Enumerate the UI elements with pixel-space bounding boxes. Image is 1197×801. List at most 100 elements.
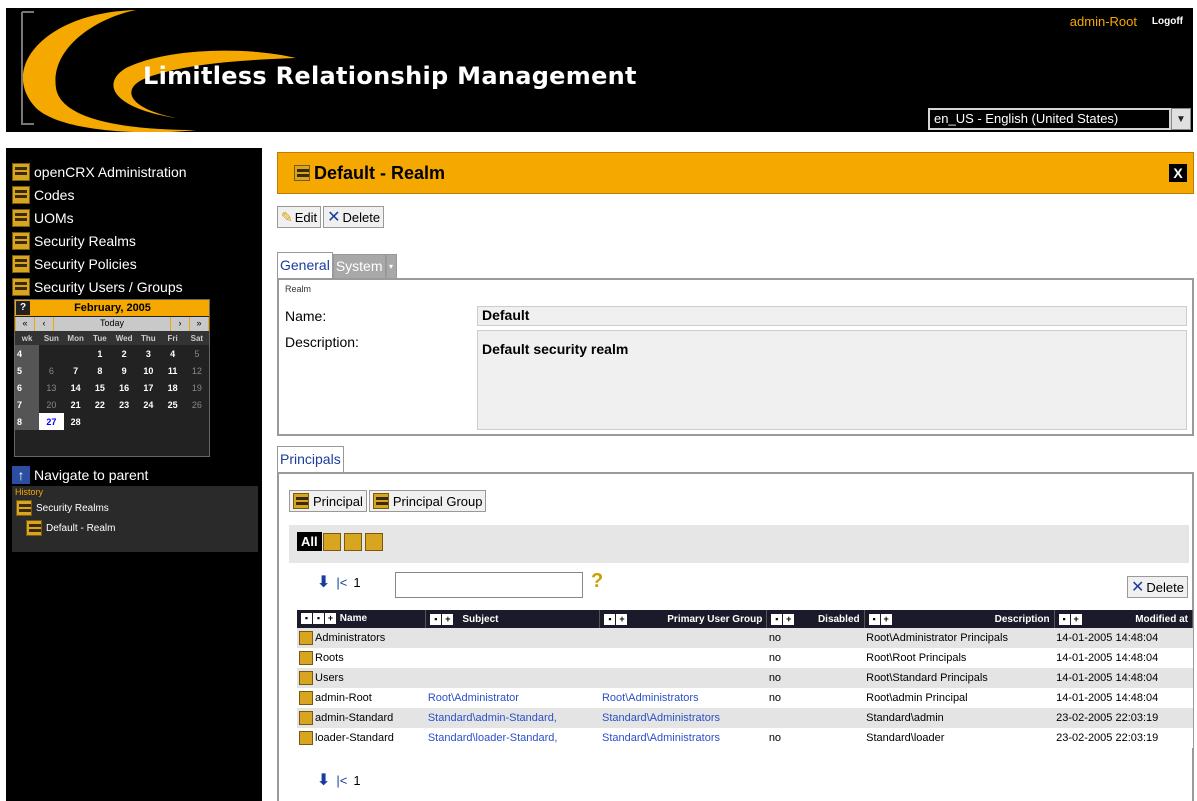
sidebar-item-uoms[interactable]: UOMs (6, 206, 262, 229)
calendar-day-today[interactable]: 27 (39, 413, 64, 430)
arrow-down-icon[interactable]: ⬇ (317, 770, 330, 790)
calendar-day[interactable]: 7 (64, 362, 88, 379)
filter-icon[interactable]: + (442, 613, 454, 625)
calendar-day[interactable] (39, 345, 63, 362)
tab-system[interactable]: System (332, 254, 386, 278)
column-header-modified-at[interactable]: ▪ + Modified at (1054, 610, 1194, 628)
cell-subject[interactable]: Root\Administrator (425, 688, 600, 708)
history-item-default-realm[interactable]: Default - Realm (12, 518, 258, 538)
cell-primary-user-group[interactable] (599, 668, 767, 688)
current-user-link[interactable]: admin-Root (1070, 14, 1137, 29)
filter-group-icon[interactable] (344, 533, 362, 551)
cell-subject[interactable]: Standard\admin-Standard, (425, 708, 600, 728)
calendar-day[interactable]: 14 (64, 379, 88, 396)
sort-icon[interactable]: ▪ (313, 613, 324, 625)
calendar-next-month[interactable]: › (171, 317, 189, 331)
calendar-day[interactable]: 26 (185, 396, 209, 413)
calendar-day[interactable]: 20 (39, 396, 63, 413)
cell-subject[interactable] (425, 628, 600, 648)
cell-name[interactable]: Users (297, 668, 426, 688)
cell-name[interactable]: admin-Root (297, 688, 426, 708)
column-header-subject[interactable]: ▪ + Subject (425, 610, 601, 628)
filter-all-button[interactable]: All (297, 532, 322, 551)
cell-name[interactable]: Administrators (297, 628, 426, 648)
cell-subject[interactable] (425, 648, 600, 668)
history-item-security-realms[interactable]: Security Realms (12, 498, 258, 518)
cell-subject[interactable]: Standard\loader-Standard, (425, 728, 600, 748)
calendar-day[interactable]: 16 (112, 379, 136, 396)
edit-button[interactable]: ✎ Edit (277, 206, 322, 228)
cell-subject[interactable] (425, 668, 600, 688)
calendar-day[interactable]: 8 (88, 362, 112, 379)
calendar-day[interactable]: 28 (64, 413, 88, 430)
calendar-day[interactable]: 18 (161, 379, 185, 396)
sort-icon[interactable]: ▪ (1058, 613, 1070, 625)
cell-primary-user-group[interactable]: Standard\Administrators (599, 728, 767, 748)
sort-icon[interactable]: ▪ (430, 613, 442, 625)
new-principal-button[interactable]: Principal (289, 490, 367, 512)
calendar-day[interactable]: 17 (136, 379, 160, 396)
column-header-disabled[interactable]: ▪ + Disabled (766, 610, 865, 628)
tab-more[interactable]: ▾ (385, 254, 397, 278)
table-row[interactable]: loader-Standard Standard\loader-Standard… (297, 728, 1193, 748)
calendar-day[interactable]: 12 (185, 362, 209, 379)
list-delete-button[interactable]: ✕ Delete (1127, 576, 1188, 598)
chevron-down-icon[interactable]: ▼ (1171, 108, 1191, 130)
table-row[interactable]: Roots no Root\Root Principals 14-01-2005… (297, 648, 1193, 668)
calendar-today-button[interactable]: Today (54, 317, 170, 331)
calendar-day[interactable] (136, 413, 160, 430)
calendar-day[interactable]: 5 (185, 345, 209, 362)
delete-button[interactable]: ✕ Delete (323, 206, 385, 228)
arrow-down-icon[interactable]: ⬇ (317, 572, 330, 592)
tab-principals[interactable]: Principals (277, 446, 344, 472)
calendar-day[interactable] (64, 345, 88, 362)
first-page-link[interactable]: |< (336, 773, 347, 788)
table-row[interactable]: admin-Standard Standard\admin-Standard, … (297, 708, 1193, 728)
new-principal-group-button[interactable]: Principal Group (368, 490, 487, 512)
column-header-description[interactable]: ▪ + Description (864, 610, 1055, 628)
search-input[interactable] (395, 572, 583, 598)
filter-icon[interactable]: + (616, 613, 628, 625)
calendar-day[interactable]: 13 (39, 379, 63, 396)
cell-primary-user-group[interactable] (599, 628, 767, 648)
filter-icon[interactable]: + (880, 613, 892, 625)
navigate-to-parent-link[interactable]: ↑ Navigate to parent (12, 466, 148, 484)
sort-icon[interactable]: ▪ (868, 613, 880, 625)
calendar-day[interactable]: 11 (161, 362, 185, 379)
calendar-day[interactable] (161, 413, 185, 430)
help-icon[interactable]: ? (591, 570, 603, 593)
calendar-day[interactable] (185, 413, 209, 430)
calendar-help-icon[interactable]: ? (16, 301, 30, 315)
calendar-next-year[interactable]: » (190, 317, 208, 331)
cell-name[interactable]: Roots (297, 648, 426, 668)
column-header-primary-user-group[interactable]: ▪ + Primary User Group (599, 610, 768, 628)
calendar-day[interactable]: 3 (136, 345, 160, 362)
calendar-day[interactable]: 22 (88, 396, 112, 413)
language-select[interactable]: en_US - English (United States) ▼ (928, 108, 1191, 130)
calendar-day[interactable]: 25 (161, 396, 185, 413)
calendar-prev-year[interactable]: « (16, 317, 34, 331)
table-row[interactable]: Users no Root\Standard Principals 14-01-… (297, 668, 1193, 688)
sidebar-item-security-realms[interactable]: Security Realms (6, 229, 262, 252)
filter-icon[interactable]: + (783, 613, 795, 625)
cell-primary-user-group[interactable]: Root\Administrators (599, 688, 767, 708)
calendar-day[interactable]: 21 (64, 396, 88, 413)
table-row[interactable]: admin-Root Root\Administrator Root\Admin… (297, 688, 1193, 708)
tab-general[interactable]: General (277, 252, 333, 278)
sidebar-item-opencrx-administration[interactable]: openCRX Administration (6, 160, 262, 183)
cell-name[interactable]: loader-Standard (297, 728, 426, 748)
filter-principal-icon[interactable] (323, 533, 341, 551)
sidebar-item-codes[interactable]: Codes (6, 183, 262, 206)
calendar-day[interactable] (112, 413, 136, 430)
calendar-day[interactable]: 19 (185, 379, 209, 396)
logoff-link[interactable]: Logoff (1152, 16, 1183, 27)
calendar-day[interactable] (88, 413, 112, 430)
filter-user-icon[interactable] (365, 533, 383, 551)
cell-primary-user-group[interactable]: Standard\Administrators (599, 708, 767, 728)
calendar-day[interactable]: 24 (136, 396, 160, 413)
cell-primary-user-group[interactable] (599, 648, 767, 668)
cell-name[interactable]: admin-Standard (297, 708, 426, 728)
language-select-value[interactable]: en_US - English (United States) (928, 108, 1171, 130)
calendar-day[interactable]: 15 (88, 379, 112, 396)
sort-icon[interactable]: ▪ (604, 613, 616, 625)
